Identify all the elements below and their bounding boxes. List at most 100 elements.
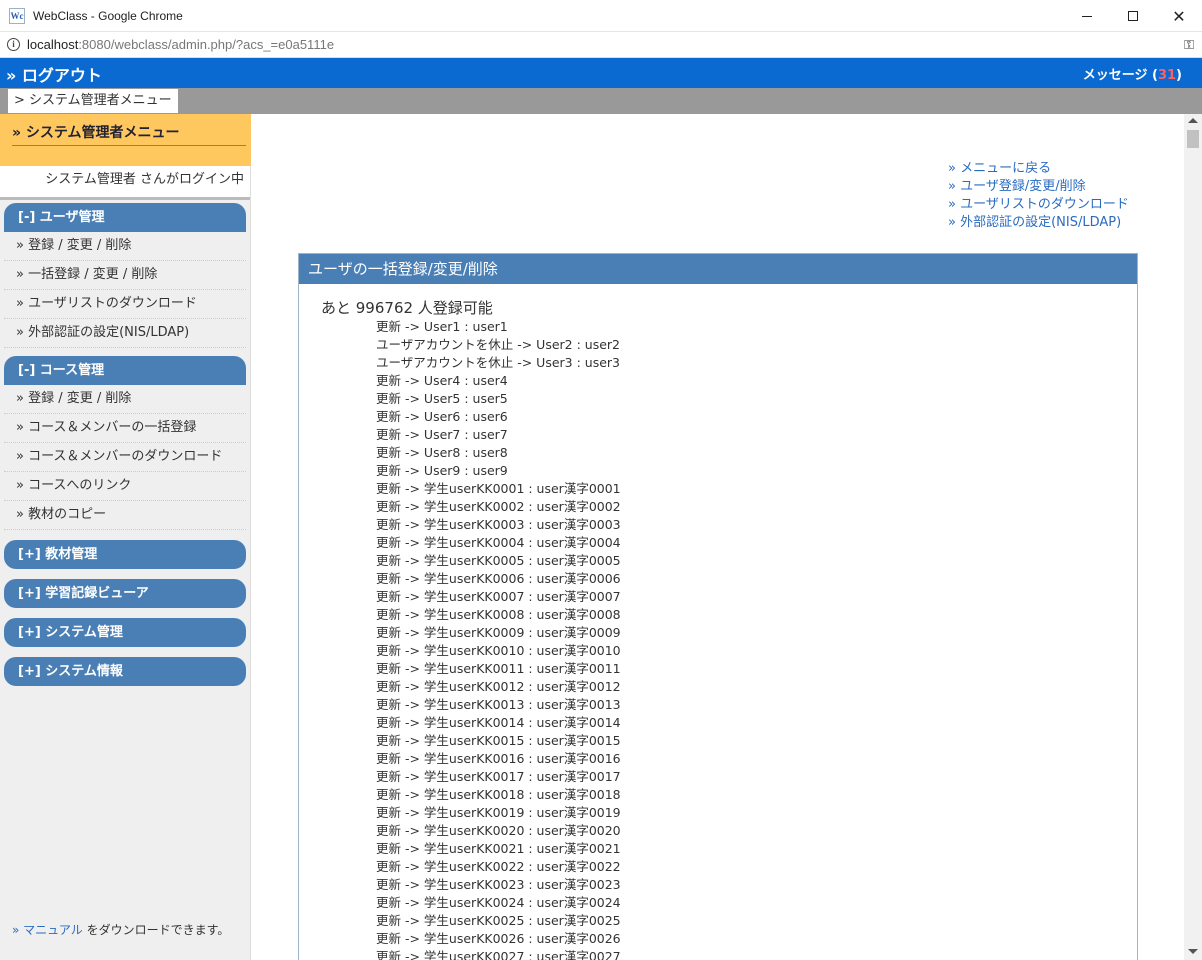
log-line: 更新 -> 学生userKK0003 : user漢字0003 xyxy=(376,517,621,532)
log-line: 更新 -> 学生userKK0014 : user漢字0014 xyxy=(376,715,621,730)
manual-text: をダウンロードできます。 xyxy=(82,923,230,937)
group-material-management: [+] 教材管理 xyxy=(4,540,246,569)
log-line: 更新 -> 学生userKK0020 : user漢字0020 xyxy=(376,823,621,838)
log-line: 更新 -> User1 : user1 xyxy=(376,319,508,334)
messages-count: 31 xyxy=(1157,68,1177,83)
sidebar-item-user-register[interactable]: » 登録 / 変更 / 削除 xyxy=(4,232,246,261)
user-register-link[interactable]: » ユーザ登録/変更/削除 xyxy=(948,178,1129,196)
result-log: 更新 -> User1 : user1 ユーザアカウントを休止 -> User2 … xyxy=(376,318,1137,960)
manual-link[interactable]: » マニュアル xyxy=(12,923,83,937)
log-line: 更新 -> 学生userKK0017 : user漢字0017 xyxy=(376,769,621,784)
messages-label: メッセージ ( xyxy=(1082,68,1158,83)
log-line: 更新 -> 学生userKK0001 : user漢字0001 xyxy=(376,481,621,496)
group-header-learning-record-viewer[interactable]: [+] 学習記録ビューア xyxy=(4,579,246,608)
log-line: 更新 -> 学生userKK0025 : user漢字0025 xyxy=(376,913,621,928)
log-line: 更新 -> 学生userKK0012 : user漢字0012 xyxy=(376,679,621,694)
sidebar: » システム管理者メニュー システム管理者 さんがログイン中 [-] ユーザ管理… xyxy=(0,114,251,960)
bulk-result-panel: ユーザの一括登録/変更/削除 あと 996762 人登録可能 更新 -> Use… xyxy=(298,253,1138,960)
log-line: 更新 -> User6 : user6 xyxy=(376,409,508,424)
logout-link[interactable]: » ログアウト xyxy=(6,62,102,86)
log-line: 更新 -> 学生userKK0021 : user漢字0021 xyxy=(376,841,621,856)
url-text[interactable]: localhost:8080/webclass/admin.php/?acs_=… xyxy=(27,37,334,52)
log-line: 更新 -> 学生userKK0008 : user漢字0008 xyxy=(376,607,621,622)
log-line: 更新 -> 学生userKK0022 : user漢字0022 xyxy=(376,859,621,874)
user-list-download-link[interactable]: » ユーザリストのダウンロード xyxy=(948,196,1129,214)
group-system-management: [+] システム管理 xyxy=(4,618,246,647)
minimize-button[interactable] xyxy=(1064,0,1110,32)
sidebar-item-user-bulk[interactable]: » 一括登録 / 変更 / 削除 xyxy=(4,261,246,290)
main-content: » メニューに戻る » ユーザ登録/変更/削除 » ユーザリストのダウンロード … xyxy=(252,114,1184,960)
log-line: 更新 -> 学生userKK0015 : user漢字0015 xyxy=(376,733,621,748)
log-line: 更新 -> 学生userKK0010 : user漢字0010 xyxy=(376,643,621,658)
breadcrumb-bar: > システム管理者メニュー xyxy=(0,88,1202,114)
scroll-down-icon[interactable] xyxy=(1188,949,1198,954)
sidebar-item-course-register[interactable]: » 登録 / 変更 / 削除 xyxy=(4,385,246,414)
close-button[interactable]: ✕ xyxy=(1156,0,1202,32)
external-auth-link[interactable]: » 外部認証の設定(NIS/LDAP) xyxy=(948,214,1129,232)
top-header: » ログアウト メッセージ (31) xyxy=(0,58,1202,88)
sidebar-item-course-member-download[interactable]: » コース＆メンバーのダウンロード xyxy=(4,443,246,472)
log-line: ユーザアカウントを休止 -> User2 : user2 xyxy=(376,337,621,352)
log-line: 更新 -> 学生userKK0024 : user漢字0024 xyxy=(376,895,621,910)
group-header-material-management[interactable]: [+] 教材管理 xyxy=(4,540,246,569)
url-host: localhost xyxy=(27,37,79,52)
sidebar-item-user-list-download[interactable]: » ユーザリストのダウンロード xyxy=(4,290,246,319)
remaining-count: あと 996762 人登録可能 xyxy=(321,299,493,317)
scroll-up-icon[interactable] xyxy=(1188,118,1198,123)
log-line: 更新 -> 学生userKK0011 : user漢字0011 xyxy=(376,661,621,676)
sidebar-header: » システム管理者メニュー xyxy=(0,114,251,166)
close-icon: ✕ xyxy=(1172,6,1186,26)
maximize-button[interactable] xyxy=(1110,0,1156,32)
group-header-system-management[interactable]: [+] システム管理 xyxy=(4,618,246,647)
manual-download: » マニュアル をダウンロードできます。 xyxy=(12,921,229,938)
group-header-system-info[interactable]: [+] システム情報 xyxy=(4,657,246,686)
group-system-info: [+] システム情報 xyxy=(4,657,246,686)
log-line: 更新 -> 学生userKK0002 : user漢字0002 xyxy=(376,499,621,514)
url-path: :8080/webclass/admin.php/?acs_=e0a5111e xyxy=(78,37,335,52)
sidebar-title[interactable]: » システム管理者メニュー xyxy=(12,122,246,146)
messages-link[interactable]: メッセージ (31) xyxy=(1083,64,1182,83)
breadcrumb-item[interactable]: > システム管理者メニュー xyxy=(8,89,178,113)
webclass-app-icon: Wc xyxy=(9,7,25,24)
window-title: WebClass - Google Chrome xyxy=(33,8,183,23)
log-line: 更新 -> 学生userKK0018 : user漢字0018 xyxy=(376,787,621,802)
log-line: 更新 -> 学生userKK0013 : user漢字0013 xyxy=(376,697,621,712)
sidebar-item-material-copy[interactable]: » 教材のコピー xyxy=(4,501,246,530)
log-line: 更新 -> 学生userKK0006 : user漢字0006 xyxy=(376,571,621,586)
window-titlebar: Wc WebClass - Google Chrome ✕ xyxy=(0,0,1202,32)
log-line: ユーザアカウントを休止 -> User3 : user3 xyxy=(376,355,621,370)
key-icon[interactable]: ⚿ xyxy=(1184,38,1194,53)
sidebar-item-external-auth[interactable]: » 外部認証の設定(NIS/LDAP) xyxy=(4,319,246,348)
login-status: システム管理者 さんがログイン中 xyxy=(0,166,250,200)
back-to-menu-link[interactable]: » メニューに戻る xyxy=(948,160,1129,178)
messages-close-paren: ) xyxy=(1176,68,1182,83)
group-course-management: [-] コース管理 » 登録 / 変更 / 削除 » コース＆メンバーの一括登録… xyxy=(4,356,246,530)
log-line: 更新 -> 学生userKK0005 : user漢字0005 xyxy=(376,553,621,568)
page-scrollbar[interactable] xyxy=(1184,114,1202,960)
log-line: 更新 -> 学生userKK0004 : user漢字0004 xyxy=(376,535,621,550)
log-line: 更新 -> User7 : user7 xyxy=(376,427,508,442)
log-line: 更新 -> 学生userKK0026 : user漢字0026 xyxy=(376,931,621,946)
group-header-user-management[interactable]: [-] ユーザ管理 xyxy=(4,203,246,232)
log-line: 更新 -> 学生userKK0009 : user漢字0009 xyxy=(376,625,621,640)
log-line: 更新 -> 学生userKK0023 : user漢字0023 xyxy=(376,877,621,892)
right-links: » メニューに戻る » ユーザ登録/変更/削除 » ユーザリストのダウンロード … xyxy=(948,160,1129,232)
log-line: 更新 -> User9 : user9 xyxy=(376,463,508,478)
log-line: 更新 -> 学生userKK0019 : user漢字0019 xyxy=(376,805,621,820)
group-user-management: [-] ユーザ管理 » 登録 / 変更 / 削除 » 一括登録 / 変更 / 削… xyxy=(4,203,246,348)
scroll-thumb[interactable] xyxy=(1187,130,1199,148)
minimize-icon xyxy=(1082,15,1092,17)
group-header-course-management[interactable]: [-] コース管理 xyxy=(4,356,246,385)
address-bar[interactable]: i localhost:8080/webclass/admin.php/?acs… xyxy=(0,32,1202,58)
sidebar-item-course-link[interactable]: » コースへのリンク xyxy=(4,472,246,501)
panel-title: ユーザの一括登録/変更/削除 xyxy=(299,254,1137,284)
log-line: 更新 -> 学生userKK0027 : user漢字0027 xyxy=(376,949,621,960)
sidebar-item-course-member-bulk[interactable]: » コース＆メンバーの一括登録 xyxy=(4,414,246,443)
info-icon[interactable]: i xyxy=(7,38,20,51)
log-line: 更新 -> User5 : user5 xyxy=(376,391,508,406)
window-controls: ✕ xyxy=(1064,0,1202,32)
log-line: 更新 -> 学生userKK0016 : user漢字0016 xyxy=(376,751,621,766)
log-line: 更新 -> 学生userKK0007 : user漢字0007 xyxy=(376,589,621,604)
log-line: 更新 -> User4 : user4 xyxy=(376,373,508,388)
maximize-icon xyxy=(1128,11,1138,21)
